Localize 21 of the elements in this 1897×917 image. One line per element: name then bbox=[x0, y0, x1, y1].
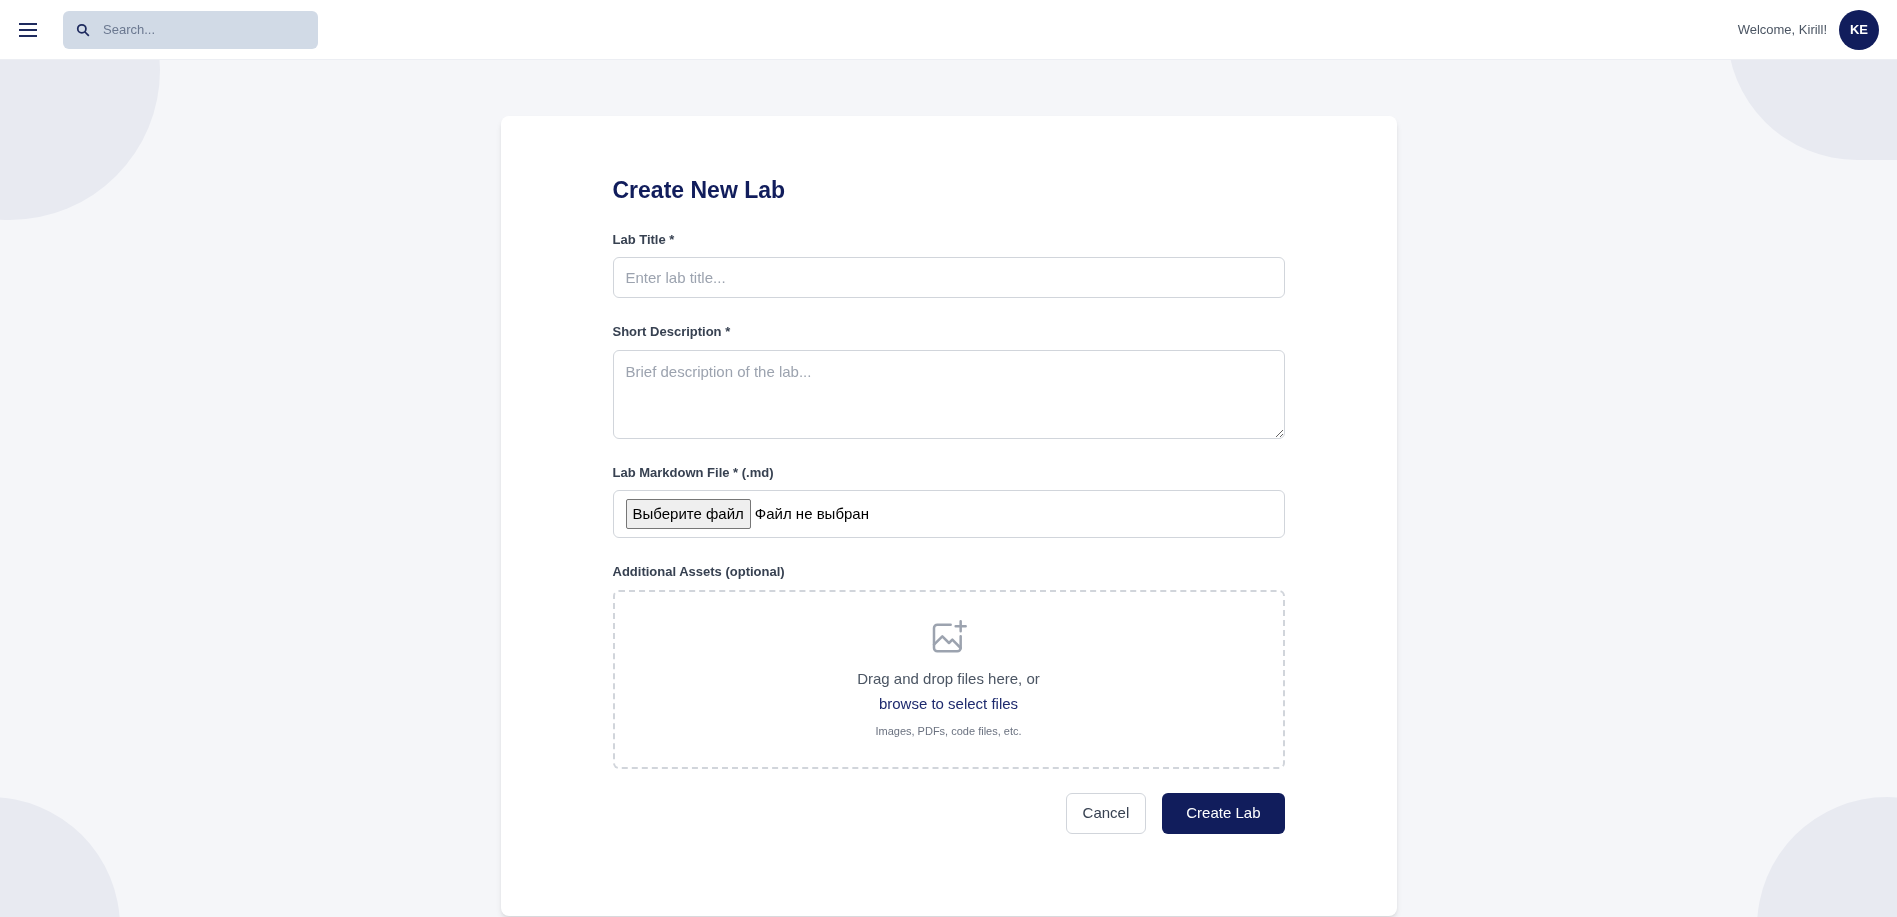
field-label: Additional Assets (optional) bbox=[612, 563, 785, 581]
user-avatar[interactable]: KE bbox=[1839, 9, 1879, 50]
dropzone-hint: Images, PDFs, code files, etc. bbox=[875, 724, 1022, 740]
dropzone-text: Drag and drop files here, or bbox=[857, 669, 1040, 690]
menu-icon[interactable] bbox=[18, 21, 38, 38]
browse-link[interactable]: browse to select files bbox=[878, 692, 1019, 716]
file-input[interactable]: Выберите файл Файл не выбран bbox=[612, 490, 1285, 538]
file-status: Файл не выбран bbox=[754, 503, 869, 524]
search-field[interactable]: Search... bbox=[63, 10, 318, 49]
cancel-button[interactable]: Cancel bbox=[1065, 792, 1147, 834]
create-button[interactable]: Create Lab bbox=[1162, 792, 1285, 834]
description-input[interactable]: Brief description of the lab... bbox=[612, 349, 1285, 439]
search-icon bbox=[76, 22, 90, 37]
choose-file-button[interactable]: Выберите файл bbox=[625, 499, 751, 529]
form-title: Create New Lab bbox=[612, 176, 787, 205]
field-label: Short Description * bbox=[612, 323, 731, 341]
dropzone[interactable]: Drag and drop files here, or browse to select files Images, PDFs, code files, etc. bbox=[612, 589, 1285, 769]
welcome-text: Welcome, Kirill! bbox=[1737, 20, 1827, 39]
field-label: Lab Markdown File * (.md) bbox=[612, 463, 774, 482]
field-label: Lab Title * bbox=[612, 230, 675, 249]
title-input[interactable]: Enter lab title... bbox=[612, 257, 1285, 298]
